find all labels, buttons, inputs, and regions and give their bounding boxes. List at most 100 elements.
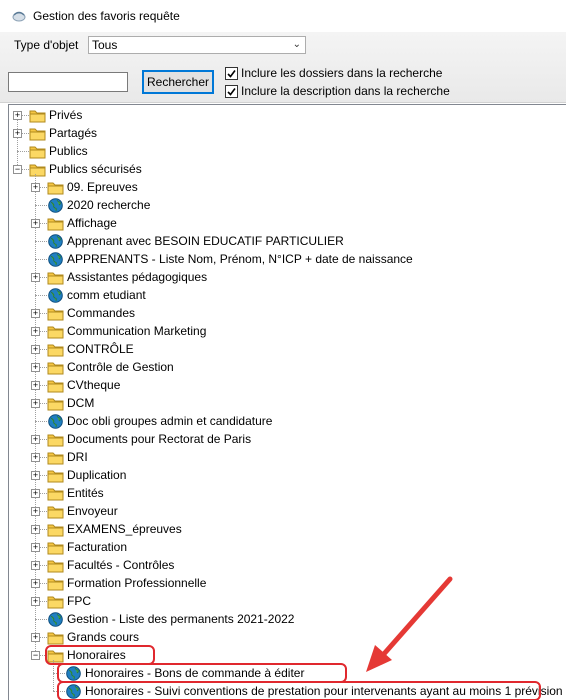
expand-icon[interactable]: + <box>31 435 40 444</box>
tree-node-child-13[interactable]: Doc obli groupes admin et candidature <box>47 412 272 430</box>
tree-node-child-1[interactable]: 2020 recherche <box>47 196 150 214</box>
tree-node-label: Commandes <box>67 306 136 320</box>
folder-icon <box>47 470 64 482</box>
tree-node-child-25[interactable]: Grands cours <box>47 628 139 646</box>
include-folders-option[interactable]: Inclure les dossiers dans la recherche <box>225 66 442 80</box>
expand-icon[interactable]: + <box>31 327 40 336</box>
folder-icon <box>47 182 64 194</box>
collapse-icon[interactable]: − <box>31 651 40 660</box>
tree-node-child-17[interactable]: Entités <box>47 484 104 502</box>
folder-icon <box>47 218 64 230</box>
tree-line <box>35 295 47 296</box>
tree-node-child-0[interactable]: 09. Epreuves <box>47 178 138 196</box>
tree-node-child-7[interactable]: Commandes <box>47 304 135 322</box>
include-description-option[interactable]: Inclure la description dans la recherche <box>225 84 450 98</box>
folder-icon <box>47 542 64 554</box>
expand-icon[interactable]: + <box>31 489 40 498</box>
tree-node-child-21[interactable]: Facultés - Contrôles <box>47 556 174 574</box>
expand-icon[interactable]: + <box>13 129 22 138</box>
tree-node-label: DRI <box>67 450 88 464</box>
tree-node-child-10[interactable]: Contrôle de Gestion <box>47 358 174 376</box>
include-folders-checkbox[interactable] <box>225 66 238 80</box>
tree-node-child-9[interactable]: CONTRÔLE <box>47 340 134 358</box>
window-title: Gestion des favoris requête <box>33 9 180 23</box>
expand-icon[interactable]: + <box>31 561 40 570</box>
tree-node-child-2[interactable]: Affichage <box>47 214 117 232</box>
expand-icon[interactable]: + <box>31 345 40 354</box>
expand-icon[interactable]: + <box>31 399 40 408</box>
tree-node-top-1[interactable]: Partagés <box>29 124 97 142</box>
tree-node-label: Facturation <box>67 540 128 554</box>
folder-icon <box>47 272 64 284</box>
tree-node-child-14[interactable]: Documents pour Rectorat de Paris <box>47 430 251 448</box>
tree-node-label: Assistantes pédagogiques <box>67 270 208 284</box>
expand-icon[interactable]: + <box>31 273 40 282</box>
folder-icon <box>29 164 46 176</box>
expand-icon[interactable]: + <box>31 381 40 390</box>
tree-node-label: Contrôle de Gestion <box>67 360 174 374</box>
expand-icon[interactable]: + <box>31 471 40 480</box>
tree-node-label: Gestion - Liste des permanents 2021-2022 <box>67 612 295 626</box>
folder-icon <box>47 380 64 392</box>
globe-icon <box>48 611 63 627</box>
tree-node-child-15[interactable]: DRI <box>47 448 88 466</box>
folder-icon <box>47 308 64 320</box>
include-description-label: Inclure la description dans la recherche <box>241 84 450 98</box>
tree-node-child-8[interactable]: Communication Marketing <box>47 322 206 340</box>
tree-node-child-24[interactable]: Gestion - Liste des permanents 2021-2022 <box>47 610 294 628</box>
type-select[interactable]: Tous ⌄ <box>88 36 306 54</box>
expand-icon[interactable]: + <box>31 507 40 516</box>
tree-node-child-4[interactable]: APPRENANTS - Liste Nom, Prénom, N°ICP + … <box>47 250 413 268</box>
expand-icon[interactable]: + <box>31 363 40 372</box>
tree-node-child-5[interactable]: Assistantes pédagogiques <box>47 268 207 286</box>
tree-node-child-12[interactable]: DCM <box>47 394 94 412</box>
tree-node-child-18[interactable]: Envoyeur <box>47 502 118 520</box>
tree-node-label: Communication Marketing <box>67 324 207 338</box>
tree-node-child-16[interactable]: Duplication <box>47 466 126 484</box>
tree-node-label: 09. Epreuves <box>67 180 138 194</box>
tree-node-label: Doc obli groupes admin et candidature <box>67 414 273 428</box>
expand-icon[interactable]: + <box>31 453 40 462</box>
tree-node-top-0[interactable]: Privés <box>29 106 82 124</box>
folder-icon <box>47 506 64 518</box>
collapse-icon[interactable]: − <box>13 165 22 174</box>
tree-node-top-3[interactable]: Publics sécurisés <box>29 160 142 178</box>
expand-icon[interactable]: + <box>31 183 40 192</box>
tree-line <box>35 259 47 260</box>
chevron-down-icon: ⌄ <box>292 39 301 50</box>
tree-node-label: Documents pour Rectorat de Paris <box>67 432 252 446</box>
tree-node-label: Duplication <box>67 468 127 482</box>
include-description-checkbox[interactable] <box>225 84 238 98</box>
tree-node-label: Envoyeur <box>67 504 118 518</box>
search-button[interactable]: Rechercher <box>142 70 214 94</box>
expand-icon[interactable]: + <box>31 597 40 606</box>
expand-icon[interactable]: + <box>31 633 40 642</box>
search-input[interactable] <box>8 72 128 92</box>
include-folders-label: Inclure les dossiers dans la recherche <box>241 66 443 80</box>
checkmark-icon <box>227 69 236 78</box>
expand-icon[interactable]: + <box>31 543 40 552</box>
expand-icon[interactable]: + <box>31 219 40 228</box>
favorites-tree[interactable]: Privés + Partagés + Publics Publics sécurisés… <box>8 104 566 700</box>
tree-node-child-20[interactable]: Facturation <box>47 538 127 556</box>
tree-node-label: Apprenant avec BESOIN EDUCATIF PARTICULI… <box>67 234 344 248</box>
tree-node-child-11[interactable]: CVtheque <box>47 376 120 394</box>
tree-node-label: Facultés - Contrôles <box>67 558 175 572</box>
tree-node-label: Formation Professionnelle <box>67 576 207 590</box>
tree-node-child-19[interactable]: EXAMENS_épreuves <box>47 520 182 538</box>
tree-node-label: Partagés <box>49 126 98 140</box>
tree-node-child-3[interactable]: Apprenant avec BESOIN EDUCATIF PARTICULI… <box>47 232 344 250</box>
expand-icon[interactable]: + <box>31 525 40 534</box>
folder-icon <box>47 578 64 590</box>
expand-icon[interactable]: + <box>13 111 22 120</box>
tree-node-child-23[interactable]: FPC <box>47 592 91 610</box>
type-label: Type d'objet <box>14 38 79 52</box>
expand-icon[interactable]: + <box>31 309 40 318</box>
tree-line <box>17 115 18 169</box>
tree-node-child-22[interactable]: Formation Professionnelle <box>47 574 206 592</box>
globe-icon <box>48 197 63 213</box>
tree-node-child-6[interactable]: comm etudiant <box>47 286 146 304</box>
tree-node-top-2[interactable]: Publics <box>29 142 88 160</box>
folder-icon <box>47 398 64 410</box>
expand-icon[interactable]: + <box>31 579 40 588</box>
